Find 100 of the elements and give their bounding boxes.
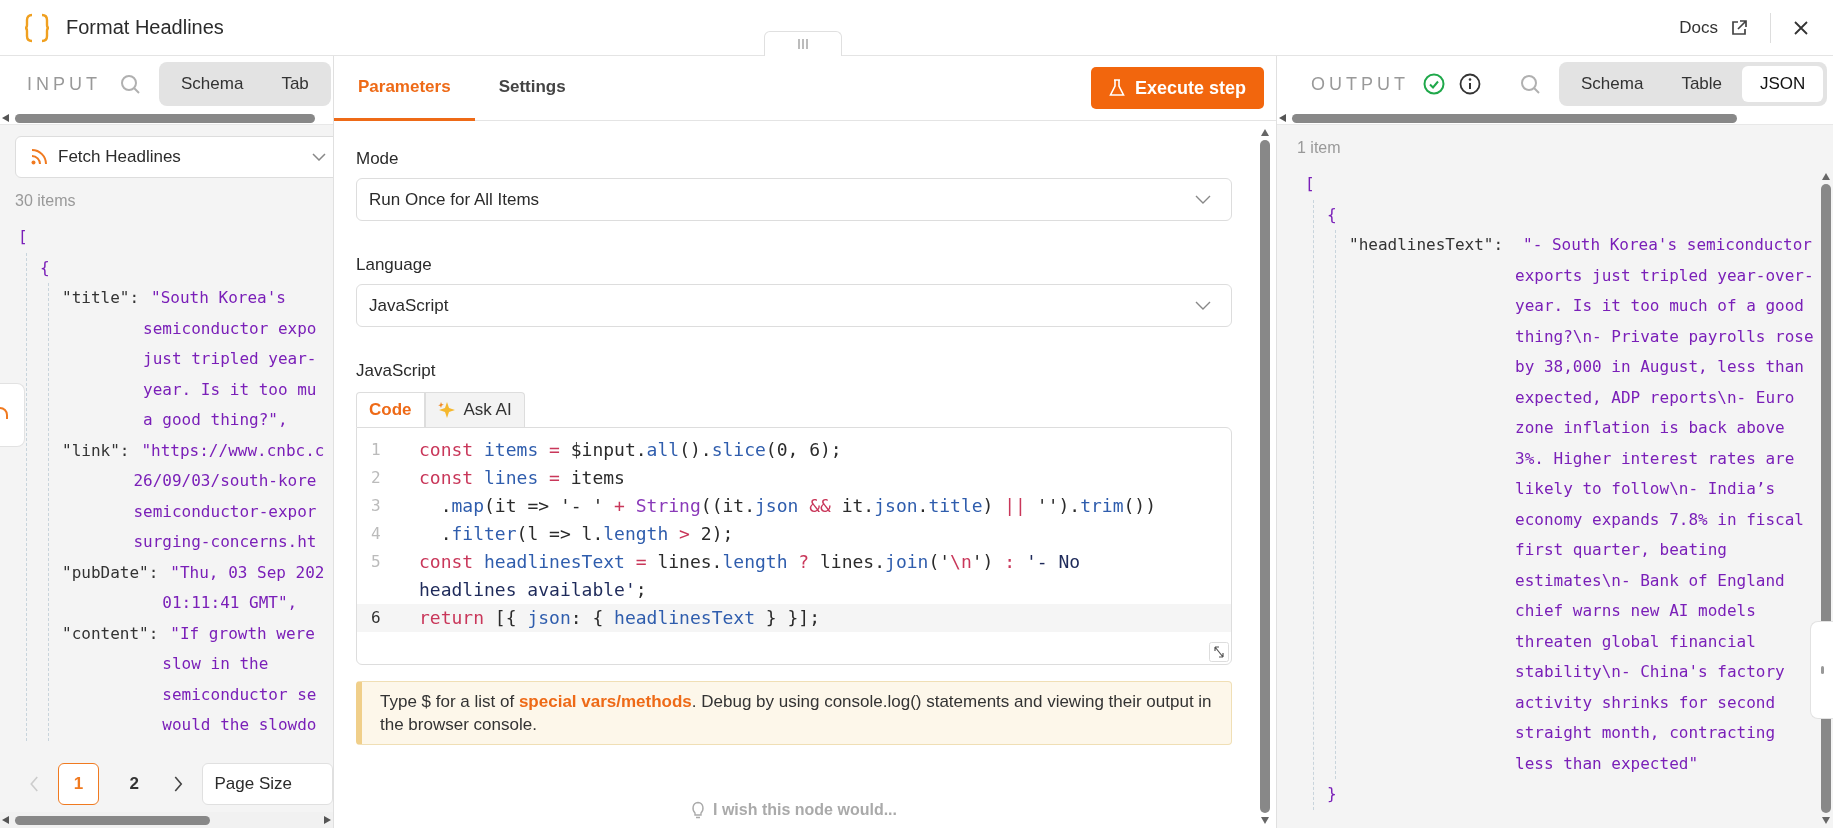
chevron-down-icon bbox=[312, 153, 326, 161]
scroll-up-icon[interactable] bbox=[1822, 173, 1830, 180]
scroll-up-icon[interactable] bbox=[1261, 129, 1269, 136]
scroll-left-icon[interactable] bbox=[2, 114, 9, 122]
json-value: exports just tripled year-over- bbox=[1515, 264, 1814, 287]
json-value: surging-concerns.ht bbox=[133, 531, 318, 553]
scroll-left-icon[interactable] bbox=[2, 816, 9, 824]
panel-handle[interactable] bbox=[0, 383, 25, 447]
json-value: a good thing?", bbox=[143, 409, 289, 431]
json-value: threaten global financial bbox=[1515, 630, 1757, 653]
line-number: 6 bbox=[371, 608, 381, 627]
json-bracket: } bbox=[1327, 783, 1338, 805]
json-value: economy expands 7.8% in fiscal bbox=[1515, 508, 1805, 531]
view-tab[interactable]: Tab bbox=[263, 66, 327, 102]
code-line: return [{ json: { headlinesText } }]; bbox=[419, 606, 820, 630]
view-tab[interactable]: Schema bbox=[1563, 66, 1662, 102]
docs-link[interactable]: Docs bbox=[1679, 17, 1718, 38]
flask-icon bbox=[1108, 79, 1125, 97]
json-key: "title": bbox=[62, 283, 140, 436]
item-count: 1 item bbox=[1297, 139, 1342, 157]
code-line: .filter(l => l.length > 2); bbox=[439, 522, 734, 546]
editor-tab[interactable]: Ask AI bbox=[424, 392, 525, 427]
json-value: estimates\n- Bank of England bbox=[1515, 569, 1786, 592]
json-key: "content": bbox=[62, 618, 159, 741]
code-line: const headlinesText = lines.length ? lines.join('\n') : '- No bbox=[419, 550, 1081, 574]
json-value: year. Is it too much of a good bbox=[1515, 295, 1805, 317]
line-number: 5 bbox=[371, 552, 381, 571]
json-value: semiconductor-expor bbox=[133, 500, 318, 523]
json-value: semiconductor se bbox=[162, 683, 317, 706]
panel-label: OUTPUT bbox=[1311, 73, 1409, 95]
panel-handle[interactable] bbox=[1810, 621, 1833, 719]
drag-handle[interactable] bbox=[764, 31, 842, 56]
page-size-select[interactable]: Page Size bbox=[201, 763, 333, 805]
code-line: .map(it => '- ' + String((it.json && it.json.title) || '').trim()) bbox=[439, 494, 1157, 518]
scroll-down-icon[interactable] bbox=[1822, 817, 1830, 824]
line-number: 2 bbox=[371, 468, 381, 487]
horizontal-scrollbar[interactable] bbox=[0, 112, 333, 124]
hint-text: Type $ for a list of special vars/methods. Debug by using console.log() statements and viewing their output in the browser console. bbox=[380, 691, 1213, 736]
line-number: 4 bbox=[371, 524, 381, 543]
json-value: "https://www.cnbc.c bbox=[140, 439, 325, 462]
json-value: just tripled year- bbox=[143, 348, 317, 370]
json-value: 01:11:41 GMT", bbox=[162, 592, 299, 614]
grip-icon bbox=[797, 38, 809, 50]
json-bracket: [ bbox=[1305, 173, 1316, 195]
line-number: 3 bbox=[371, 496, 381, 515]
info-icon[interactable] bbox=[1459, 73, 1481, 95]
json-value: "South Korea's bbox=[150, 287, 287, 309]
rss-icon bbox=[30, 148, 48, 166]
json-bracket: { bbox=[40, 256, 51, 279]
json-key: "pubDate": bbox=[62, 557, 159, 619]
code-editor[interactable] bbox=[356, 427, 1232, 665]
line-number: 1 bbox=[371, 440, 381, 459]
select-field[interactable]: Run Once for All Items bbox=[356, 178, 1232, 221]
json-value: straight month, contracting bbox=[1515, 722, 1777, 744]
json-value: would the slowdo bbox=[162, 714, 317, 736]
code-line: const lines = items bbox=[419, 466, 625, 490]
horizontal-scrollbar[interactable] bbox=[1277, 112, 1833, 124]
view-tab[interactable]: JSON bbox=[1742, 66, 1824, 102]
item-count: 30 items bbox=[15, 192, 77, 210]
json-bracket: { bbox=[1327, 203, 1338, 226]
json-value: thing?\n- Private payrolls rose bbox=[1515, 325, 1814, 348]
json-value: slow in the bbox=[162, 653, 270, 675]
field-label: JavaScript bbox=[356, 361, 437, 381]
panel-tab[interactable]: Settings bbox=[474, 56, 590, 121]
scroll-left-icon[interactable] bbox=[1279, 114, 1286, 122]
grip-icon bbox=[1820, 666, 1824, 674]
json-value: semiconductor expo bbox=[143, 317, 317, 340]
json-key: "headlinesText": bbox=[1349, 230, 1507, 779]
scroll-down-icon[interactable] bbox=[1261, 817, 1269, 824]
json-value: less than expected" bbox=[1515, 752, 1700, 775]
lightbulb-icon bbox=[691, 801, 705, 819]
json-value: "- South Korea's semiconductor bbox=[1522, 234, 1813, 256]
json-value: first quarter, beating bbox=[1515, 539, 1728, 561]
expand-icon[interactable] bbox=[1209, 642, 1229, 662]
source-node-select[interactable]: Fetch Headlines bbox=[15, 136, 333, 178]
json-value: activity shrinks for second bbox=[1515, 691, 1777, 714]
json-value: likely to follow\n- India’s bbox=[1515, 478, 1777, 500]
node-title: Format Headlines bbox=[66, 16, 224, 39]
close-icon[interactable] bbox=[1793, 19, 1809, 36]
json-bracket: [ bbox=[18, 226, 29, 248]
view-tab[interactable]: Schema bbox=[163, 66, 262, 102]
json-value: expected, ADP reports\n- Euro bbox=[1515, 386, 1796, 409]
json-value: 26/09/03/south-kore bbox=[133, 470, 318, 492]
chevron-down-icon bbox=[1195, 301, 1211, 310]
code-line: const items = $input.all().slice(0, 6); bbox=[419, 438, 842, 462]
json-value: 3%. Higher interest rates are bbox=[1515, 447, 1796, 470]
json-value: year. Is it too mu bbox=[143, 378, 317, 401]
braces-icon bbox=[24, 12, 50, 43]
sparkle-icon bbox=[437, 401, 456, 419]
view-tab[interactable]: Table bbox=[1663, 66, 1740, 102]
external-link-icon[interactable] bbox=[1730, 18, 1748, 37]
select-field[interactable]: JavaScript bbox=[356, 284, 1232, 327]
scroll-right-icon[interactable] bbox=[324, 816, 331, 824]
page-button[interactable]: 2 bbox=[113, 763, 155, 805]
field-label: Mode bbox=[356, 149, 400, 169]
json-value: "If growth were bbox=[169, 622, 316, 645]
json-value: chief warns new AI models bbox=[1515, 600, 1757, 622]
json-value: "Thu, 03 Sep 202 bbox=[169, 561, 325, 584]
field-label: Language bbox=[356, 255, 433, 275]
json-value: zone inflation is back above bbox=[1515, 417, 1786, 439]
